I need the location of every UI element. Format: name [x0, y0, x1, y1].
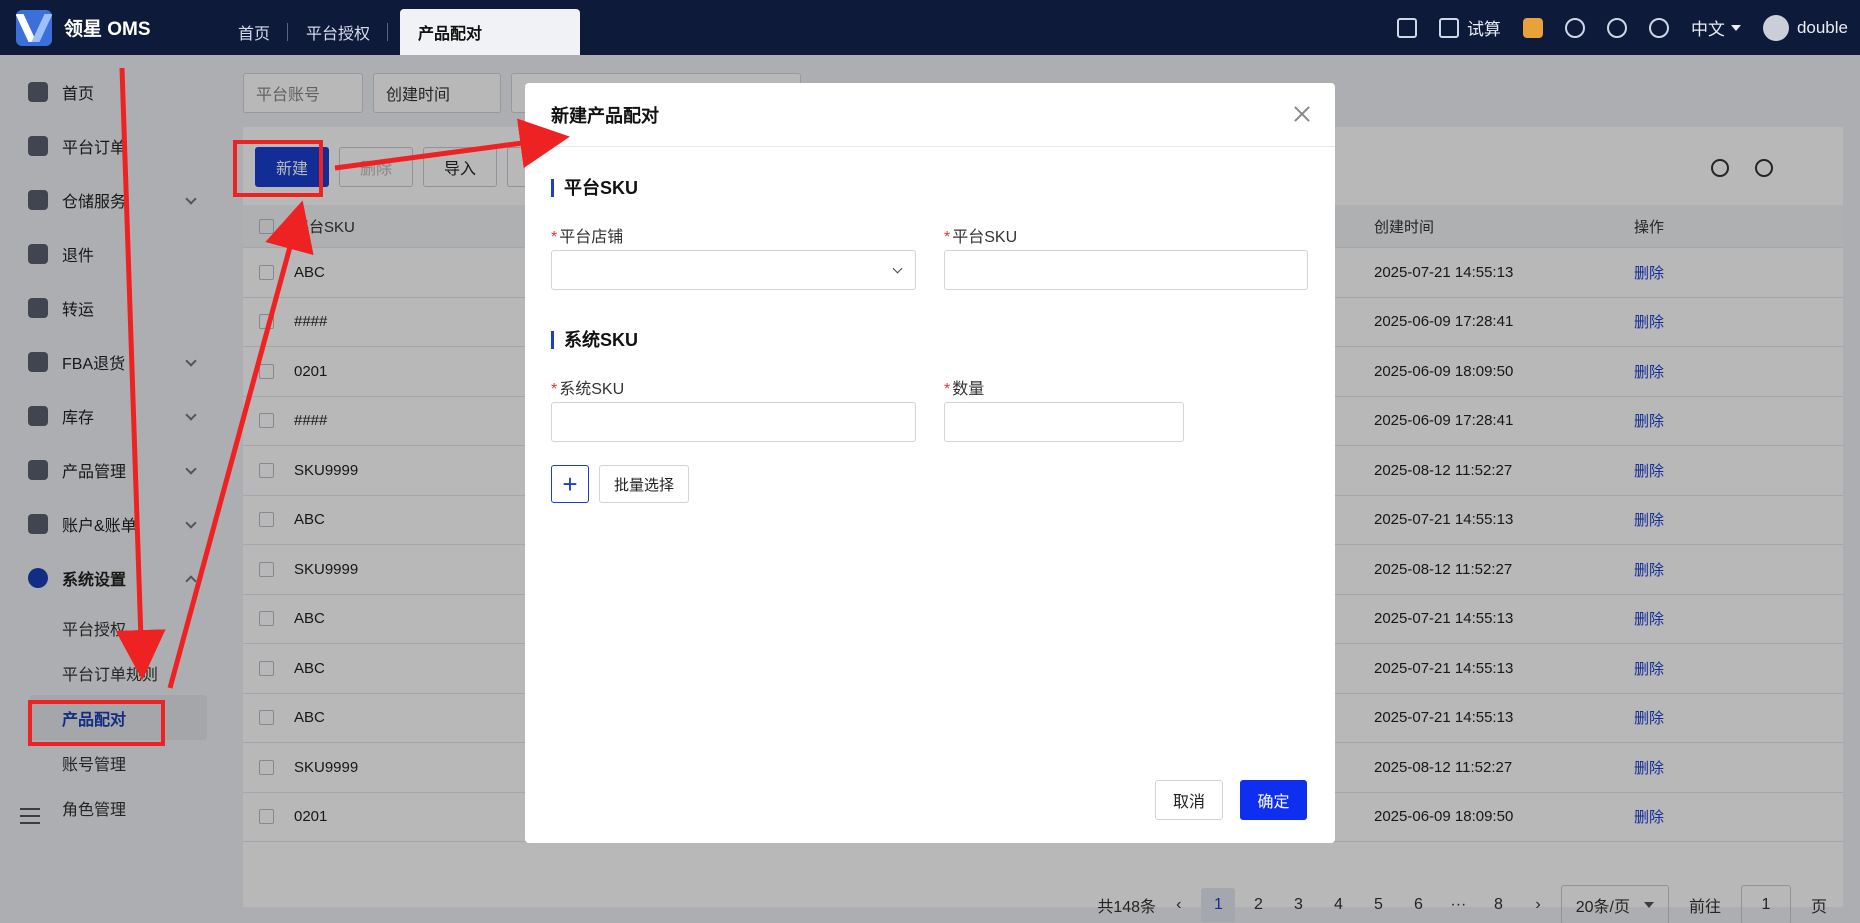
top-tabs: 首页 平台授权 产品配对 [220, 0, 581, 55]
label-text: 平台店铺 [559, 229, 624, 246]
label-text: 系统SKU [559, 381, 625, 398]
user-menu[interactable]: double [1762, 14, 1848, 41]
new-pairing-dialog: 新建产品配对 平台SKU * 平台店铺 * 平台SKU 系统SKU * 系统SKU *… [525, 83, 1335, 843]
platform-store-label: * 平台店铺 [551, 223, 623, 247]
annotation-box-product-pairing [28, 700, 165, 746]
batch-select-button[interactable]: 批量选择 [599, 465, 690, 503]
platform-sku-section-title: 平台SKU [551, 179, 638, 197]
label-text: 数量 [952, 381, 985, 398]
close-icon[interactable] [1291, 103, 1313, 125]
download-icon[interactable] [1564, 17, 1585, 38]
language-label: 中文 [1690, 20, 1725, 39]
label-text: 平台SKU [952, 229, 1018, 246]
top-bar: 领星 OMS 首页 平台授权 产品配对 试算 中文 double [0, 0, 1860, 55]
trial-calc-label: 试算 [1466, 20, 1501, 39]
top-right-tools: 试算 中文 double [1396, 14, 1860, 41]
inbox-icon[interactable] [1396, 17, 1417, 38]
tab-home[interactable]: 首页 [220, 9, 289, 55]
tab-platform-auth[interactable]: 平台授权 [288, 9, 389, 55]
required-mark: * [944, 381, 951, 398]
language-switch[interactable]: 中文 [1691, 15, 1741, 40]
quantity-label: * 数量 [944, 375, 984, 399]
username: double [1796, 17, 1848, 37]
platform-sku-input[interactable] [944, 250, 1308, 290]
app-title: 领星 OMS [64, 19, 151, 40]
calculator-icon [1438, 17, 1459, 38]
tab-product-pairing[interactable]: 产品配对 [400, 9, 581, 55]
add-row-button[interactable]: + [551, 465, 589, 503]
system-sku-section-title: 系统SKU [551, 331, 638, 349]
required-mark: * [944, 229, 951, 246]
system-sku-label: * 系统SKU [551, 375, 624, 399]
required-mark: * [551, 381, 558, 398]
chevron-down-icon [892, 263, 903, 274]
dialog-title: 新建产品配对 [551, 105, 659, 126]
robot-icon[interactable] [1522, 17, 1543, 38]
platform-sku-label: * 平台SKU [944, 223, 1017, 247]
settings-icon[interactable] [1606, 17, 1627, 38]
annotation-box-new [233, 140, 323, 197]
dialog-header: 新建产品配对 [525, 83, 1335, 147]
cancel-button[interactable]: 取消 [1155, 780, 1223, 820]
required-mark: * [551, 229, 558, 246]
platform-store-select[interactable] [551, 250, 916, 290]
chevron-down-icon [1730, 24, 1741, 31]
quantity-input[interactable] [944, 402, 1184, 442]
system-sku-input[interactable] [551, 402, 916, 442]
logo-icon [16, 9, 52, 46]
trial-calc-button[interactable]: 试算 [1438, 15, 1501, 40]
confirm-button[interactable]: 确定 [1240, 780, 1307, 820]
avatar [1762, 14, 1789, 41]
app-logo[interactable]: 领星 OMS [0, 9, 220, 46]
help-icon[interactable] [1648, 17, 1669, 38]
